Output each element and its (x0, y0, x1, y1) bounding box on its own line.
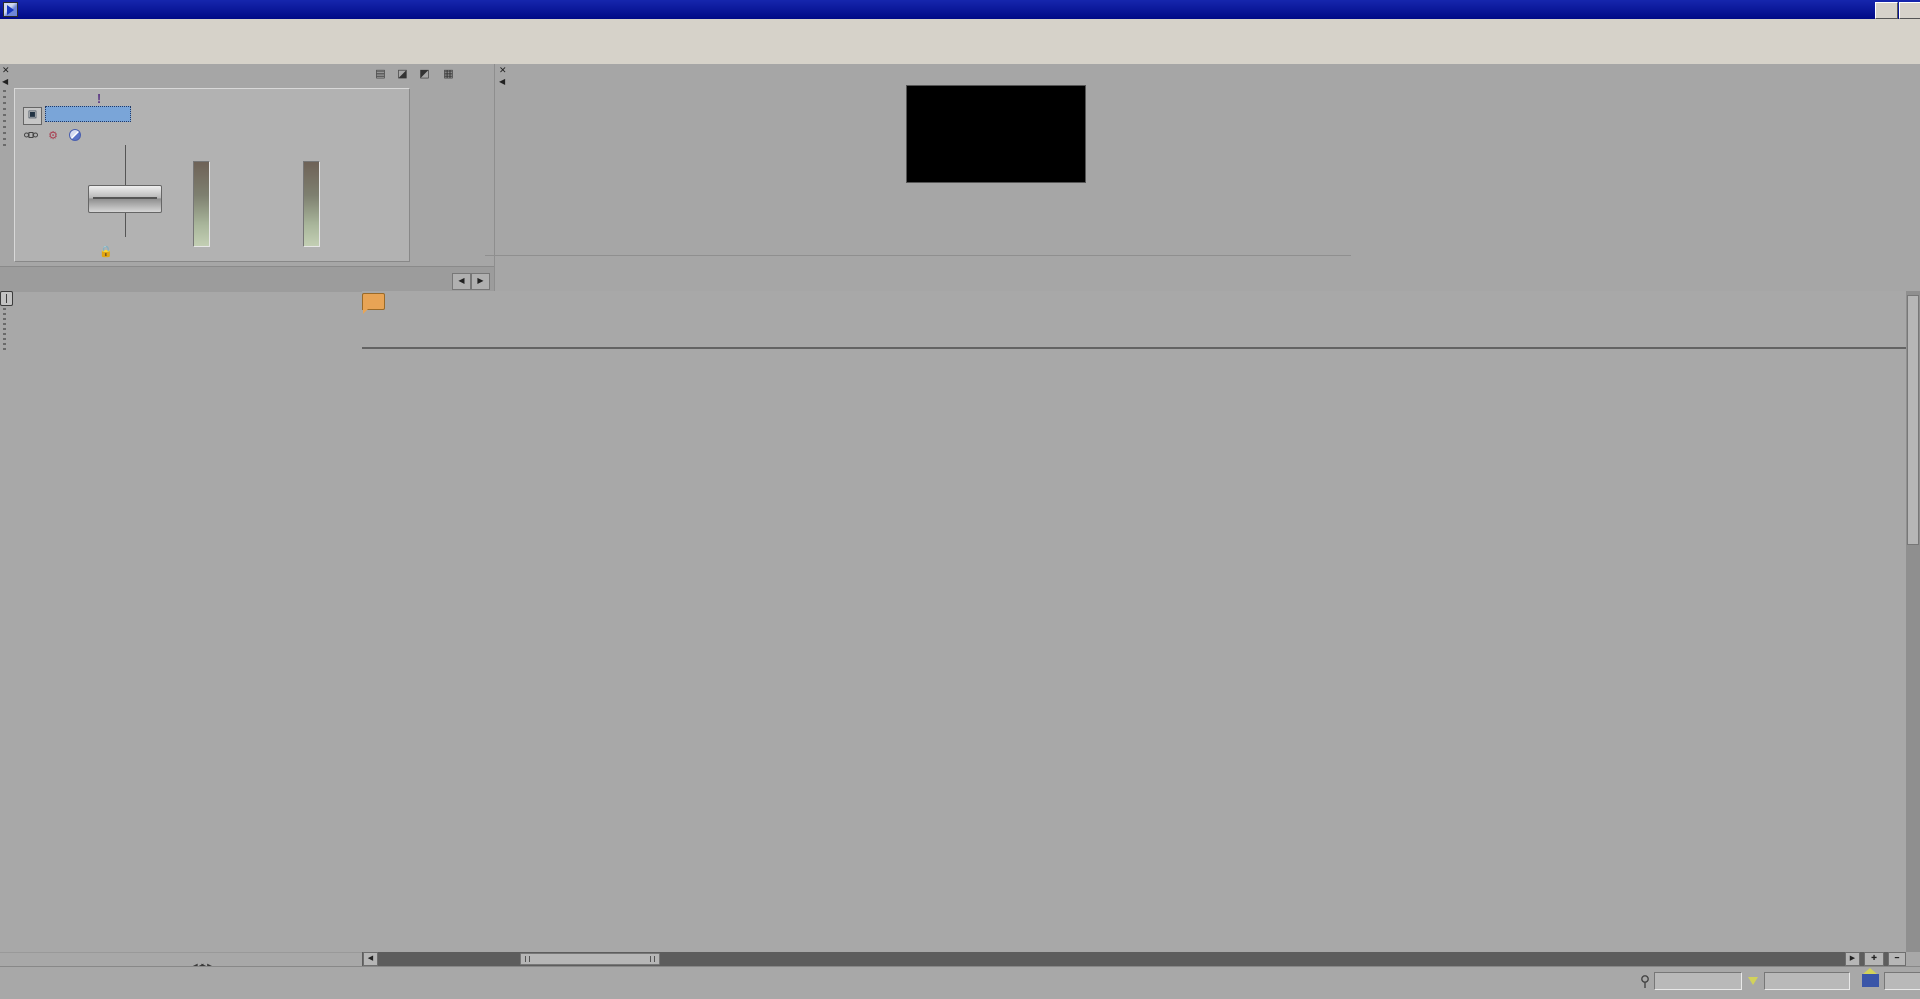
master-name-field[interactable] (45, 106, 131, 122)
video-display (906, 85, 1086, 183)
zoom-in-icon[interactable]: ✚ (1864, 952, 1884, 966)
status-timecode-field[interactable] (1654, 972, 1742, 990)
status-field-tertiary[interactable] (1884, 972, 1920, 990)
vertical-scrollbar[interactable] (1906, 291, 1920, 952)
preview-transport-bar (894, 228, 1104, 246)
status-bar (0, 966, 1920, 999)
grip-dots (3, 90, 6, 150)
automation-settings-icon[interactable]: ⚙ (45, 129, 61, 143)
lock-icon[interactable]: 🔒 (99, 245, 113, 258)
pin-icon[interactable]: ◀ (499, 77, 505, 86)
master-fader-handle[interactable] (88, 185, 162, 213)
solo-icon[interactable]: ! (91, 92, 107, 106)
dock-tab-strip: ◀ ▶ (0, 266, 494, 292)
toolbar (0, 41, 1920, 65)
insert-fx-icon[interactable] (23, 129, 39, 143)
media-icon (1862, 974, 1879, 987)
close-icon[interactable]: ✕ (499, 66, 507, 74)
horizontal-scrollbar-thumb[interactable] (520, 953, 660, 965)
menu-bar (0, 19, 1920, 42)
pin-icon[interactable] (1640, 975, 1650, 992)
playhead-handle[interactable] (0, 291, 13, 306)
dim-output-icon[interactable]: ◩ (416, 67, 433, 82)
close-icon[interactable]: ✕ (2, 66, 10, 74)
tab-scroll-right-icon[interactable]: ▶ (471, 273, 490, 290)
vertical-scrollbar-thumb[interactable] (1907, 295, 1919, 545)
pin-icon[interactable]: ◀ (2, 77, 8, 86)
master-meter-right (303, 161, 320, 247)
horizontal-scrollbar[interactable]: ◀ ▶ ✚ ━ (362, 952, 1906, 966)
master-meter-left (193, 161, 210, 247)
main-transport-bar (366, 967, 646, 999)
zoom-out-icon[interactable]: ━ (1888, 952, 1906, 966)
master-bus-pane: ✕ ◀ ▤ ◪ ◩ ▦ ▣ ⚙ ! (0, 64, 494, 291)
time-ruler[interactable] (362, 318, 1906, 349)
downmix-output-icon[interactable]: ◪ (394, 67, 411, 82)
tab-scroll-left-icon[interactable]: ◀ (452, 273, 471, 290)
app-icon (3, 2, 18, 17)
master-bus-button[interactable]: ▣ (23, 107, 42, 125)
master-meter-scale (211, 159, 249, 247)
restore-button[interactable] (1899, 2, 1920, 19)
video-preview-pane: ✕ ◀ (494, 64, 1361, 291)
mixer-properties-icon[interactable]: ▦ (440, 67, 457, 82)
video-preview-toolbar (511, 64, 1351, 87)
timeline-area: ◀ ▶ ✚ ━ ◀◀▶▶ (0, 291, 1920, 966)
minimize-button[interactable] (1875, 2, 1898, 19)
dock-area: ✕ ◀ ▤ ◪ ◩ ▦ ▣ ⚙ ! (0, 64, 1920, 292)
marker-triangle-icon (1748, 977, 1758, 985)
title-bar (0, 0, 1920, 19)
mute-icon[interactable] (67, 129, 83, 143)
marker-bar[interactable] (362, 291, 1906, 319)
edit-details-icon[interactable]: ▤ (372, 67, 389, 82)
master-channel-strip: ▣ ⚙ ! 🔒 (14, 88, 410, 262)
pane-grip[interactable]: ✕ ◀ (0, 64, 11, 264)
marker-flag[interactable] (362, 293, 385, 310)
status-field-secondary[interactable] (1764, 972, 1850, 990)
scroll-left-icon[interactable]: ◀ (363, 952, 378, 966)
scroll-right-icon[interactable]: ▶ (1845, 952, 1860, 966)
pane-grip[interactable]: ✕ ◀ (497, 64, 508, 264)
